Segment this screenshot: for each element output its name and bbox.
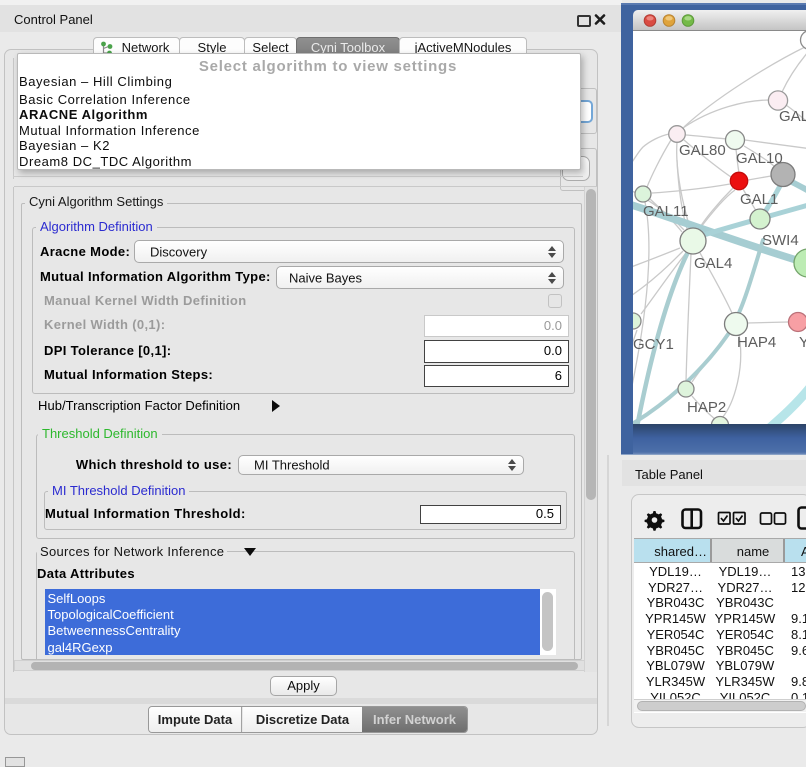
svg-text:GAL7: GAL7 — [779, 108, 806, 125]
svg-text:GAL4: GAL4 — [694, 255, 732, 272]
svg-text:HAP2: HAP2 — [687, 399, 726, 416]
svg-text:GAL10: GAL10 — [736, 150, 783, 167]
svg-text:GCY1: GCY1 — [633, 336, 674, 353]
svg-text:HAP4: HAP4 — [737, 334, 776, 351]
svg-text:GAL1: GAL1 — [740, 191, 778, 208]
svg-text:SWI4: SWI4 — [762, 232, 799, 249]
svg-text:YJ: YJ — [799, 334, 806, 351]
svg-text:GAL80: GAL80 — [679, 142, 726, 159]
svg-text:GAL11: GAL11 — [643, 203, 689, 220]
